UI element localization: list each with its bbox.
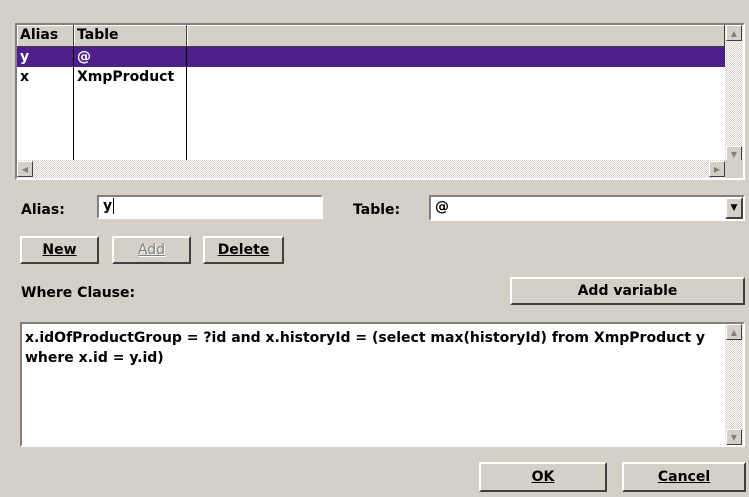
column-divider (186, 47, 187, 161)
new-button-label: New (42, 242, 77, 258)
where-clause-label: Where Clause: (21, 285, 136, 301)
text-cursor (113, 198, 115, 214)
chevron-down-icon[interactable]: ▼ (725, 197, 743, 219)
cancel-button[interactable]: Cancel (622, 462, 746, 492)
table-select[interactable]: @ ▼ (429, 195, 745, 221)
scroll-left-arrow-icon[interactable]: ◀ (17, 161, 33, 177)
add-variable-button-label: Add variable (577, 283, 678, 299)
delete-button[interactable]: Delete (203, 236, 284, 264)
alias-table-grid[interactable]: Alias Table y @ x XmpProduct ▲ ▼ ◀ ▶ (15, 23, 745, 180)
scroll-up-arrow-icon[interactable]: ▲ (726, 25, 742, 41)
add-variable-button[interactable]: Add variable (510, 277, 745, 305)
add-button[interactable]: Add (112, 236, 191, 264)
column-header-filler (187, 25, 725, 47)
table-label: Table: (353, 202, 401, 218)
add-button-label: Add (137, 242, 166, 258)
alias-input[interactable]: y (97, 195, 323, 219)
scroll-right-arrow-icon[interactable]: ▶ (709, 161, 725, 177)
where-clause-textarea[interactable]: x.idOfProductGroup = ?id and x.historyId… (20, 322, 745, 447)
table-select-value: @ (435, 199, 449, 215)
delete-button-label: Delete (217, 242, 270, 258)
row-0-table[interactable]: @ (74, 47, 187, 67)
ok-button[interactable]: OK (479, 462, 607, 492)
alias-input-value: y (103, 198, 113, 214)
new-button[interactable]: New (20, 236, 99, 264)
scroll-up-arrow-icon[interactable]: ▲ (726, 324, 742, 340)
scroll-down-arrow-icon[interactable]: ▼ (726, 429, 742, 445)
ok-button-label: OK (531, 469, 555, 485)
row-1-alias[interactable]: x (17, 67, 74, 87)
alias-label: Alias: (21, 202, 65, 218)
cancel-button-label: Cancel (657, 469, 711, 485)
where-vertical-scrollbar[interactable]: ▲ ▼ (725, 324, 743, 445)
vertical-scrollbar[interactable]: ▲ ▼ (725, 25, 743, 162)
horizontal-scrollbar[interactable]: ◀ ▶ (17, 160, 725, 178)
where-clause-text[interactable]: x.idOfProductGroup = ?id and x.historyId… (25, 328, 715, 368)
column-header-table[interactable]: Table (74, 25, 187, 47)
row-0-alias[interactable]: y (17, 47, 74, 67)
column-header-alias[interactable]: Alias (17, 25, 74, 47)
scrollbar-corner (725, 160, 743, 178)
row-1-table[interactable]: XmpProduct (74, 67, 187, 87)
column-divider (73, 47, 74, 161)
